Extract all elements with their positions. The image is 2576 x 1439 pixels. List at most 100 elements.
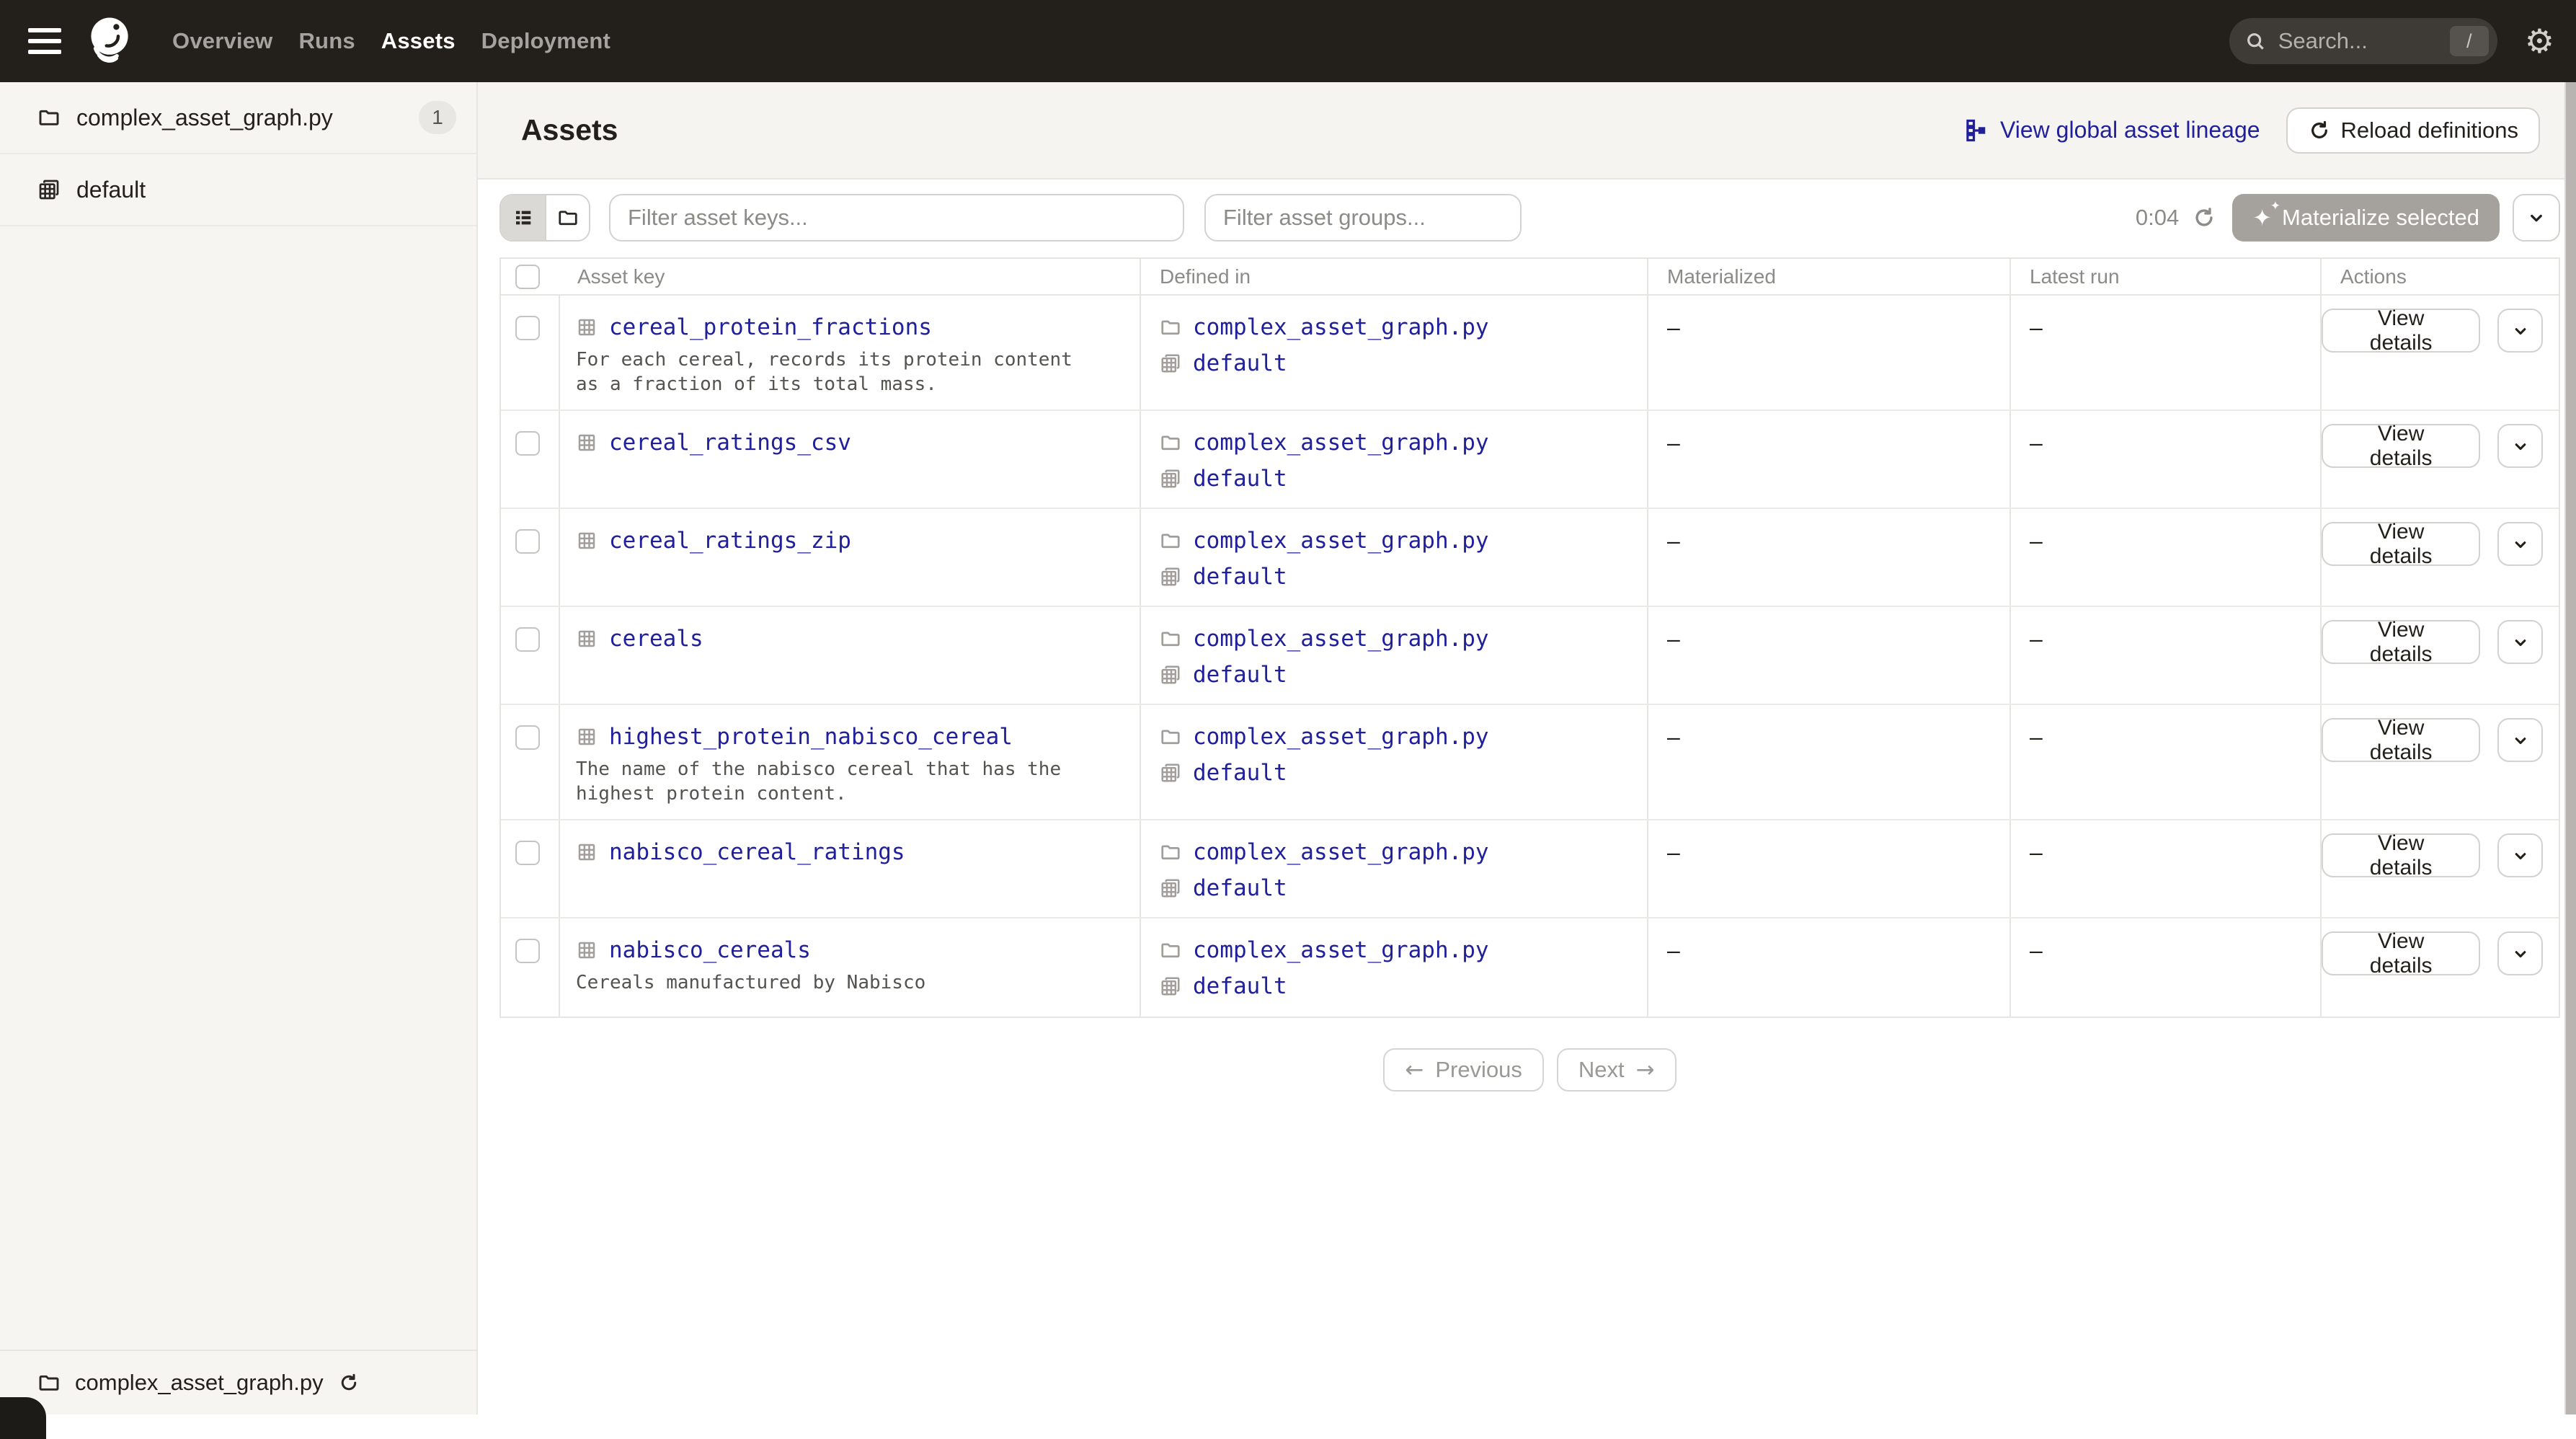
code-location-link[interactable]: complex_asset_graph.py <box>1193 430 1489 456</box>
reload-location-icon[interactable] <box>338 1372 360 1394</box>
actions-cell: View details <box>2320 296 2559 409</box>
folder-icon <box>37 1371 61 1394</box>
view-details-button[interactable]: View details <box>2322 929 2481 978</box>
asset-key-cell: nabisco_cereals Cereals manufactured by … <box>559 918 1140 1017</box>
filter-asset-keys-input[interactable] <box>609 194 1184 242</box>
row-checkbox[interactable] <box>515 431 540 456</box>
row-options-caret-button[interactable] <box>2497 931 2543 975</box>
asset-group-link[interactable]: default <box>1193 875 1287 901</box>
row-options-caret-button[interactable] <box>2497 833 2543 877</box>
code-location-link[interactable]: complex_asset_graph.py <box>1193 528 1489 554</box>
row-select-cell <box>501 918 559 1017</box>
previous-page-button[interactable]: ← Previous <box>1383 1048 1544 1092</box>
row-checkbox[interactable] <box>515 529 540 554</box>
page-title: Assets <box>521 113 618 146</box>
asset-group-link[interactable]: default <box>1193 973 1287 999</box>
row-checkbox[interactable] <box>515 841 540 865</box>
actions-cell: View details <box>2320 509 2559 606</box>
column-header-materialized: Materialized <box>1647 259 2009 294</box>
code-location-link[interactable]: complex_asset_graph.py <box>1193 724 1489 750</box>
asset-group-link[interactable]: default <box>1193 760 1287 786</box>
folder-icon <box>1160 841 1181 863</box>
table-row: cereal_ratings_zip complex_asset_graph.p… <box>501 509 2559 607</box>
view-global-asset-lineage-link[interactable]: View global asset lineage <box>1964 117 2260 143</box>
row-checkbox[interactable] <box>515 316 540 340</box>
materialize-options-caret-button[interactable] <box>2513 194 2560 242</box>
actions-cell: View details <box>2320 411 2559 508</box>
code-location-link[interactable]: complex_asset_graph.py <box>1193 937 1489 963</box>
sidebar-footer-code-location[interactable]: complex_asset_graph.py <box>0 1350 476 1414</box>
nav-item-overview[interactable]: Overview <box>172 28 272 54</box>
hamburger-menu-icon[interactable] <box>28 28 61 54</box>
folder-icon <box>1160 530 1181 552</box>
asset-group-link[interactable]: default <box>1193 466 1287 492</box>
view-details-button[interactable]: View details <box>2322 618 2481 666</box>
row-options-caret-button[interactable] <box>2497 620 2543 664</box>
asset-description: For each cereal, records its protein con… <box>576 349 1072 395</box>
code-location-link[interactable]: complex_asset_graph.py <box>1193 839 1489 865</box>
asset-group-icon <box>1160 877 1181 899</box>
list-view-button[interactable] <box>501 195 545 240</box>
asset-key-link[interactable]: cereals <box>609 626 703 652</box>
folder-view-button[interactable] <box>545 195 589 240</box>
list-view-icon <box>515 211 530 225</box>
filter-asset-groups-input[interactable] <box>1204 194 1522 242</box>
folder-icon <box>1160 316 1181 338</box>
asset-key-link[interactable]: highest_protein_nabisco_cereal <box>609 724 1013 750</box>
view-details-button[interactable]: View details <box>2322 716 2481 764</box>
sidebar-item-default[interactable]: default <box>0 154 476 226</box>
code-location-link[interactable]: complex_asset_graph.py <box>1193 314 1489 340</box>
nav-item-runs[interactable]: Runs <box>298 28 355 54</box>
nav-item-deployment[interactable]: Deployment <box>481 28 610 54</box>
refresh-icon[interactable] <box>2192 205 2216 230</box>
settings-gear-icon[interactable]: ⚙ <box>2525 25 2554 58</box>
nav-item-assets[interactable]: Assets <box>381 28 456 54</box>
row-checkbox[interactable] <box>515 939 540 963</box>
reload-definitions-button[interactable]: Reload definitions <box>2286 107 2540 154</box>
materialized-cell: – <box>1647 607 2009 704</box>
asset-group-link[interactable]: default <box>1193 350 1287 376</box>
asset-key-link[interactable]: cereal_protein_fractions <box>609 314 932 340</box>
code-location-link[interactable]: complex_asset_graph.py <box>1193 626 1489 652</box>
row-options-caret-button[interactable] <box>2497 424 2543 468</box>
view-details-button[interactable]: View details <box>2322 306 2481 355</box>
asset-key-link[interactable]: nabisco_cereal_ratings <box>609 839 905 865</box>
row-options-caret-button[interactable] <box>2497 309 2543 353</box>
materialized-cell: – <box>1647 918 2009 1017</box>
row-options-caret-button[interactable] <box>2497 718 2543 762</box>
view-details-button[interactable]: View details <box>2322 520 2481 568</box>
select-all-checkbox[interactable] <box>515 264 540 289</box>
table-row: nabisco_cereal_ratings complex_asset_gra… <box>501 820 2559 918</box>
asset-table-icon <box>576 432 598 453</box>
global-search[interactable]: Search... / <box>2229 18 2497 64</box>
materialize-selected-button[interactable]: ✦ ✦ Materialize selected <box>2232 194 2500 242</box>
view-details-button[interactable]: View details <box>2322 422 2481 470</box>
materialized-cell: – <box>1647 705 2009 819</box>
chevron-down-icon <box>2515 852 2526 859</box>
reload-icon <box>2311 120 2327 138</box>
lineage-icon <box>1966 119 1986 141</box>
asset-group-link[interactable]: default <box>1193 564 1287 590</box>
next-page-button[interactable]: Next → <box>1556 1048 1676 1092</box>
sidebar: complex_asset_graph.py 1 default complex_a… <box>0 82 478 1439</box>
row-checkbox[interactable] <box>515 725 540 750</box>
asset-key-cell: cereal_ratings_zip <box>559 509 1140 606</box>
asset-description: Cereals manufactured by Nabisco <box>576 972 926 993</box>
asset-key-link[interactable]: cereal_ratings_zip <box>609 528 851 554</box>
assets-toolbar: 0:04 ✦✦ Materialize selected <box>499 194 2560 242</box>
folder-icon <box>1160 432 1181 453</box>
asset-group-icon <box>1160 664 1181 686</box>
asset-key-link[interactable]: nabisco_cereals <box>609 937 811 963</box>
sidebar-item-complex-asset-graph-py[interactable]: complex_asset_graph.py 1 <box>0 82 476 154</box>
table-row: highest_protein_nabisco_cereal The name … <box>501 705 2559 820</box>
latest-run-cell: – <box>2009 607 2320 704</box>
dagster-logo[interactable] <box>80 12 139 71</box>
scrollbar[interactable] <box>2564 82 2576 1414</box>
asset-key-link[interactable]: cereal_ratings_csv <box>609 430 851 456</box>
latest-run-cell: – <box>2009 411 2320 508</box>
asset-group-link[interactable]: default <box>1193 662 1287 688</box>
row-checkbox[interactable] <box>515 627 540 652</box>
page-header: Assets View global asset lineage Reload … <box>478 82 2576 180</box>
row-options-caret-button[interactable] <box>2497 522 2543 566</box>
view-details-button[interactable]: View details <box>2322 831 2481 880</box>
